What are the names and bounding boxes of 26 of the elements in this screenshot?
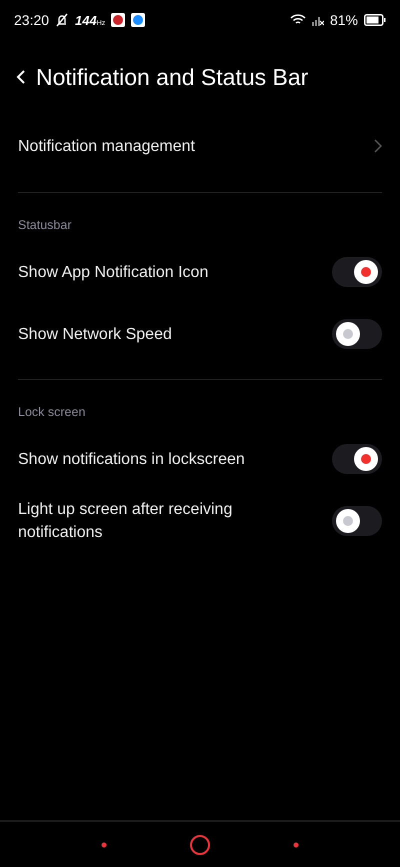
toggle-switch[interactable] (332, 506, 382, 536)
status-time: 23:20 (14, 12, 50, 28)
battery-percent: 81% (330, 12, 358, 28)
app-icon (111, 13, 126, 27)
setting-label: Show App Notification Icon (18, 262, 208, 282)
section-header: Lock screen (17, 404, 86, 421)
setting-label: Light up screen after receiving notifications (18, 500, 234, 543)
signal-icon (312, 14, 324, 26)
toggle-switch[interactable] (332, 257, 382, 287)
wifi-icon (290, 14, 306, 26)
chevron-right-icon (374, 139, 382, 153)
home-button[interactable] (189, 834, 211, 856)
refresh-rate: 144 (75, 13, 97, 28)
dot-icon[interactable] (101, 842, 107, 848)
section-header: Statusbar (17, 217, 73, 234)
setting-label: Show notifications in lockscreen (18, 450, 245, 470)
battery-icon (364, 14, 386, 26)
toggle-switch[interactable] (332, 444, 382, 474)
dot-icon[interactable] (293, 842, 299, 848)
messenger-icon (131, 13, 146, 27)
back-icon[interactable] (16, 69, 26, 85)
setting-label: Show Network Speed (18, 324, 172, 344)
bell-off-icon (55, 13, 70, 27)
menu-item-label[interactable]: Notification management (18, 134, 195, 158)
page-title: Notification and Status Bar (36, 64, 308, 90)
toggle-switch[interactable] (332, 319, 382, 349)
